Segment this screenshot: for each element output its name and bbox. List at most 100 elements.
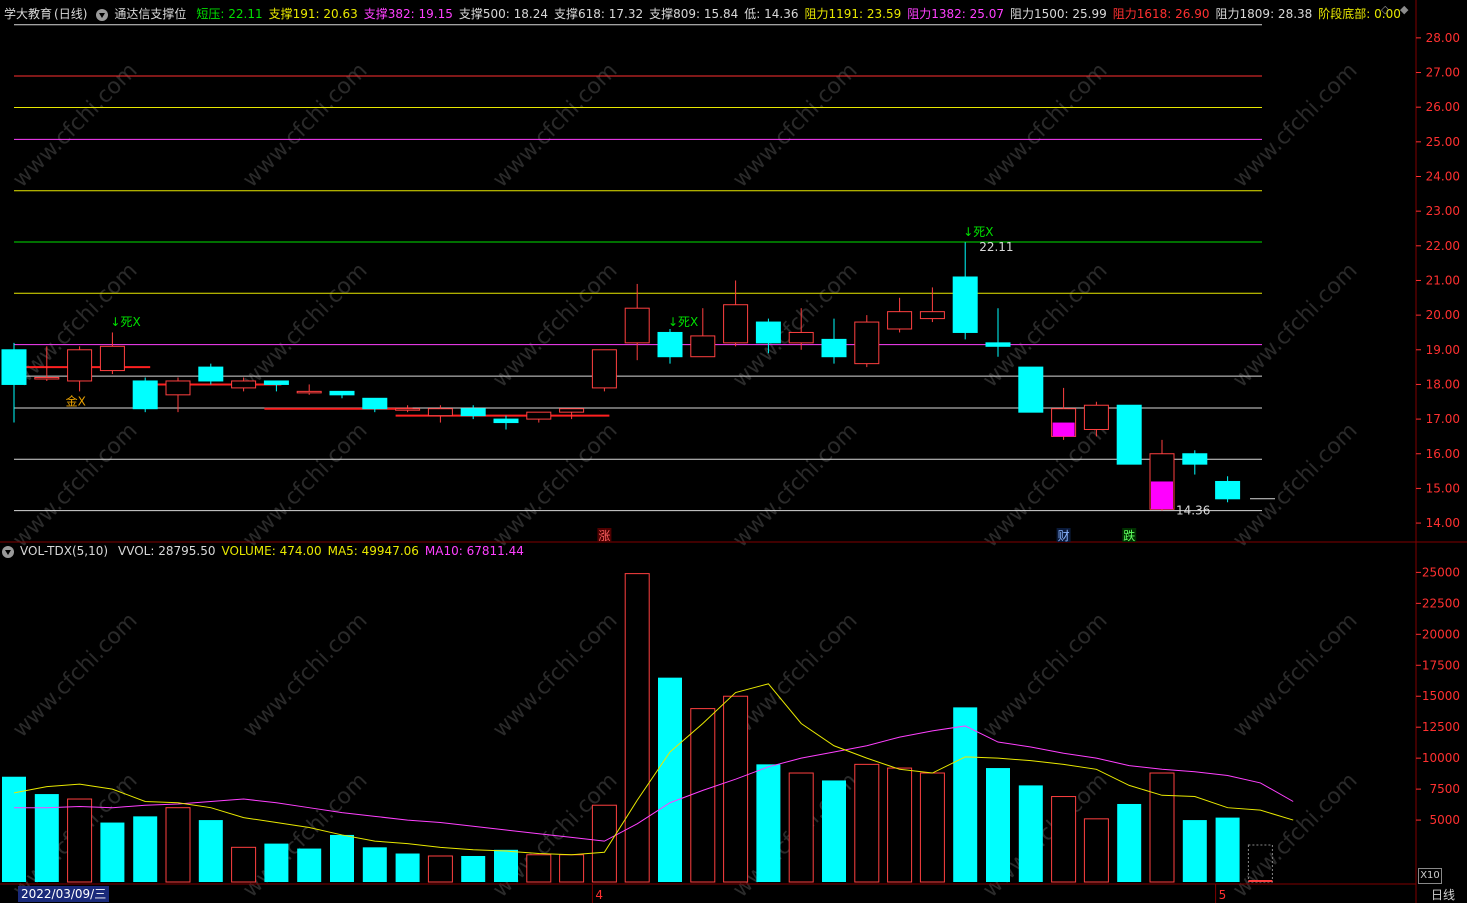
candle-body: [624, 307, 650, 344]
candle-body: [657, 331, 683, 358]
volume-bar: [526, 854, 552, 883]
candle-body: [919, 311, 945, 320]
event-marker: 跌: [1123, 528, 1135, 543]
candle-body: [985, 342, 1011, 347]
candle-body: [887, 311, 913, 330]
month-label: 5: [1219, 888, 1227, 902]
candle-body: [821, 338, 847, 358]
volume-bar: [264, 843, 289, 882]
candle-body: [34, 377, 60, 380]
candle-body: [755, 321, 781, 344]
volume-bar: [953, 707, 978, 882]
chart-annotation: ↓死X: [963, 225, 993, 239]
volume-tick-label: 15000: [1422, 689, 1460, 703]
candle-body: [493, 418, 519, 424]
candle-body: [99, 345, 125, 372]
candle-body: [952, 276, 978, 333]
watermark: www.cfchi.com: [1228, 258, 1362, 392]
chart-annotation: ↓死X: [110, 315, 140, 329]
volume-bar: [165, 807, 191, 883]
volume-bar: [822, 780, 846, 882]
period-selector[interactable]: 日线: [1420, 887, 1466, 903]
candle-body: [854, 321, 880, 365]
candle-body: [395, 408, 421, 411]
volume-bar: [1149, 772, 1175, 883]
volume-bar: [919, 772, 945, 883]
volume-bar: [231, 846, 257, 883]
candle-body: [263, 380, 289, 385]
chart-annotation: ↓死X: [668, 315, 698, 329]
candle-body: [1116, 404, 1142, 465]
candle-body: [591, 349, 617, 389]
candle-body: [526, 411, 552, 420]
volume-bar: [362, 847, 387, 882]
volume-tick-label: 12500: [1422, 720, 1460, 734]
candle-body: [132, 380, 158, 410]
volume-bar: [461, 855, 486, 882]
volume-bar: [986, 768, 1010, 882]
candle-body: [788, 331, 814, 344]
candle-body: [1018, 366, 1044, 413]
price-tick-label: 17.00: [1426, 412, 1460, 426]
candle-body: [231, 380, 257, 389]
watermark: www.cfchi.com: [728, 58, 862, 192]
surge-fill: [1052, 422, 1075, 437]
volume-bar: [198, 820, 223, 882]
volume-bar: [854, 763, 880, 883]
volume-tick-label: 17500: [1422, 658, 1460, 672]
watermark: www.cfchi.com: [978, 418, 1112, 552]
volume-bar: [67, 798, 93, 883]
volume-bar: [1215, 817, 1240, 882]
volume-bar: [1083, 818, 1109, 883]
volume-bar: [330, 834, 354, 882]
price-tick-label: 27.00: [1426, 66, 1460, 80]
price-tick-label: 14.00: [1426, 516, 1460, 530]
volume-bar: [690, 708, 716, 883]
volume-bar: [395, 853, 420, 882]
surge-fill: [1151, 481, 1173, 510]
stock-chart[interactable]: www.cfchi.com www.cfchi.com www.cfchi.com w…: [0, 0, 1467, 903]
price-tick-label: 18.00: [1426, 377, 1460, 391]
price-tick-label: 26.00: [1426, 100, 1460, 114]
volume-bar: [723, 695, 749, 883]
candle-body: [559, 408, 585, 413]
watermark: www.cfchi.com: [978, 608, 1112, 742]
candle-body: [329, 390, 355, 396]
price-tick-label: 19.00: [1426, 343, 1460, 357]
watermark: www.cfchi.com: [1228, 608, 1362, 742]
watermark: www.cfchi.com: [8, 418, 142, 552]
event-marker: 财: [1058, 529, 1070, 543]
volume-bar: [133, 816, 158, 882]
volume-tick-label: 10000: [1422, 751, 1460, 765]
volume-bar: [1117, 803, 1142, 882]
volume-bar: [297, 848, 322, 882]
price-tick-label: 25.00: [1426, 135, 1460, 149]
volume-bar: [591, 804, 617, 883]
candle-body: [165, 380, 191, 396]
watermark: www.cfchi.com: [488, 608, 622, 742]
chart-annotation: 22.11: [979, 240, 1013, 254]
price-tick-label: 16.00: [1426, 447, 1460, 461]
candle-body: [1215, 480, 1241, 500]
watermark: www.cfchi.com: [728, 608, 862, 742]
volume-tick-label: 22500: [1422, 596, 1460, 610]
watermark: www.cfchi.com: [1228, 58, 1362, 192]
volume-bar: [788, 772, 814, 883]
candle-body: [723, 304, 749, 344]
watermark: www.cfchi.com: [8, 608, 142, 742]
scale-tag[interactable]: X10: [1418, 868, 1442, 884]
volume-tick-label: 5000: [1429, 813, 1460, 827]
price-tick-label: 28.00: [1426, 31, 1460, 45]
volume-bar: [1018, 785, 1043, 882]
candle-body: [296, 390, 322, 394]
price-tick-label: 20.00: [1426, 308, 1460, 322]
chart-annotation: 金X: [66, 394, 86, 409]
candle-body: [1182, 453, 1208, 465]
candle-body: [427, 408, 453, 417]
watermark: www.cfchi.com: [1228, 418, 1362, 552]
watermark: www.cfchi.com: [728, 418, 862, 552]
price-tick-label: 23.00: [1426, 204, 1460, 218]
watermark: www.cfchi.com: [238, 258, 372, 392]
date-label: 2022/03/09/三: [18, 886, 110, 902]
event-marker: 涨: [598, 528, 610, 543]
